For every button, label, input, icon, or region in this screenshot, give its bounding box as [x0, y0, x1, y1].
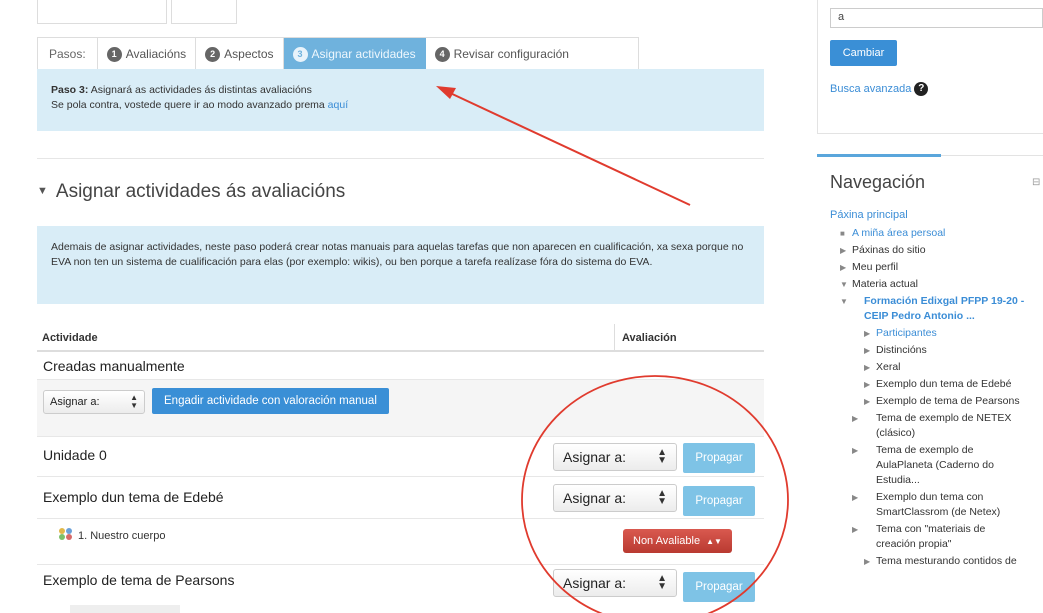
annotation-arrow [436, 86, 691, 206]
annotation-overlay [436, 86, 789, 613]
annotation-circle [521, 375, 789, 613]
